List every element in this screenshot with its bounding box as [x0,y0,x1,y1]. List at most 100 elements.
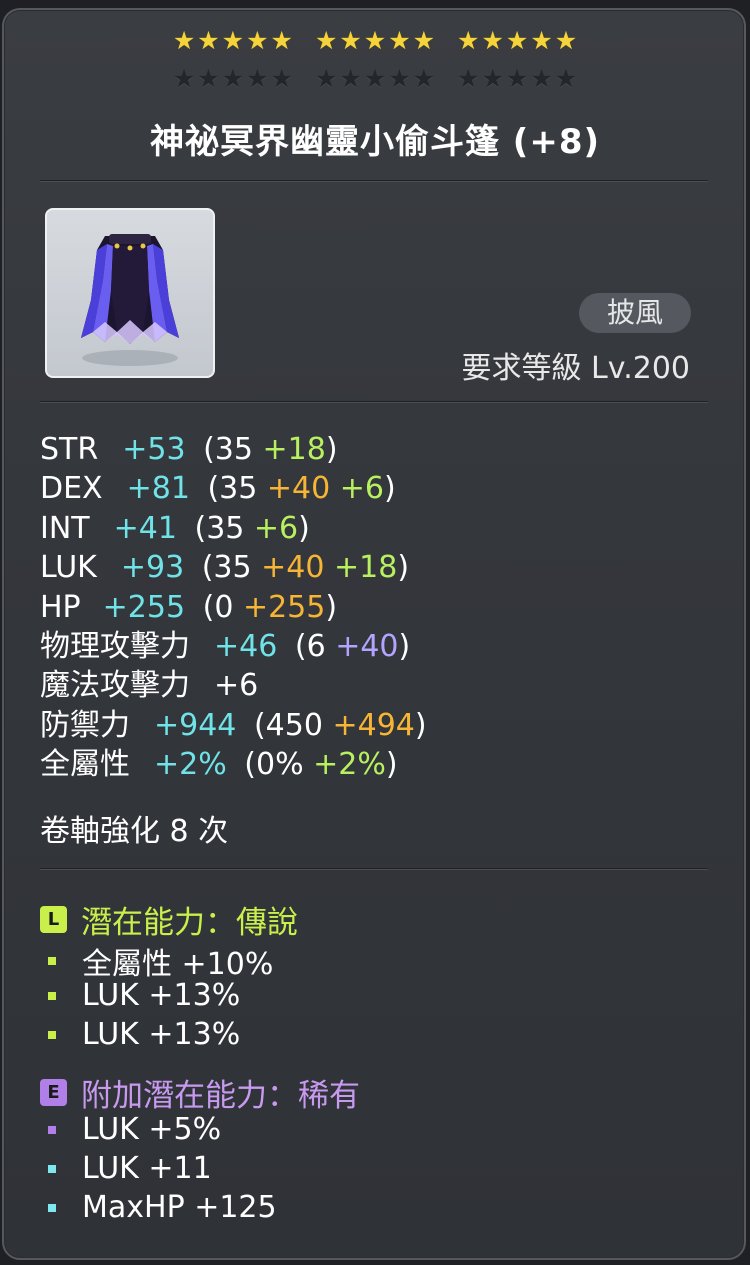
paren-close: ) [397,550,410,586]
stat-row: INT +41 (35 +6) [40,509,427,548]
bullet-icon [48,1030,56,1039]
paren-open: ( [234,747,256,783]
star-group: ★ ★ ★ ★ ★ [173,28,293,54]
potential-line-text: LUK +13% [82,1017,241,1052]
star-empty-icon: ★ [339,64,362,93]
star-icon: ★ [339,26,362,55]
paren-open: ( [193,589,215,625]
star-group: ★ ★ ★ ★ ★ [173,66,293,92]
stat-bonus: +2% [313,747,386,783]
stat-total: +944 [154,707,237,743]
stat-label: 物理攻擊力 [40,628,190,664]
star-icon: ★ [530,26,553,55]
stat-total: +255 [102,589,186,625]
level-requirement: 要求等級 Lv.200 [461,351,690,386]
stat-base: 450 [265,707,323,743]
stat-total: +53 [122,432,186,467]
stat-row: 物理攻擊力 +46 (6 +40) [40,627,427,666]
stat-label: 魔法攻擊力 [40,668,190,704]
paren-open: ( [193,432,215,467]
paren-open: ( [192,550,214,586]
stat-base: 0 [214,589,234,625]
star-empty-icon: ★ [197,64,220,93]
additional-potential-line: LUK +11 [48,1151,212,1186]
star-empty-icon: ★ [314,64,338,93]
star-empty-icon: ★ [246,64,269,93]
stat-total: +6 [214,668,259,704]
paren-open: ( [184,510,207,546]
paren-open: ( [244,707,266,743]
additional-potential-line-text: MaxHP +125 [82,1190,277,1225]
stat-bonus: +18 [262,432,326,467]
stat-label: DEX [40,471,103,507]
star-group: ★ ★ ★ ★ ★ [315,28,435,54]
star-icon: ★ [363,26,387,55]
star-icon: ★ [197,26,220,55]
stat-bonus: +255 [242,589,326,625]
stat-bonus: +40 [266,471,331,507]
star-empty-icon: ★ [221,64,245,93]
additional-potential-title: 附加潛在能力：稀有 [81,1078,360,1114]
star-icon: ★ [270,26,293,55]
divider [40,180,708,182]
star-icon: ★ [554,26,578,55]
stat-label: LUK [40,550,97,586]
star-empty-icon: ★ [457,64,480,93]
additional-potential-line-text: LUK +5% [82,1112,222,1147]
bullet-icon [48,1125,56,1134]
stat-bonus: +494 [332,707,415,743]
star-icon: ★ [246,26,269,55]
paren-close: ) [325,432,338,467]
divider [40,868,708,870]
star-icon: ★ [457,26,480,55]
potential-title: 潛在能力：傳說 [81,905,298,941]
star-icon: ★ [481,26,504,55]
paren-open: ( [197,471,220,507]
divider [40,401,708,403]
star-icon: ★ [412,26,436,55]
additional-potential-line-text: LUK +11 [82,1151,212,1186]
star-empty-icon: ★ [481,64,504,93]
potential-line-text: LUK +13% [82,978,241,1013]
potential-line: LUK +13% [48,978,240,1013]
star-force-row-filled: ★ ★ ★ ★ ★ ★ ★ ★ ★ ★ ★ ★ ★ ★ ★ [0,28,750,54]
stat-base: 35 [206,510,245,546]
legendary-badge-icon: L [40,906,67,933]
stat-row: 防禦力 +944 (450 +494) [40,706,427,745]
star-empty-icon: ★ [554,64,578,93]
stat-label: 全屬性 [40,747,130,783]
bullet-icon [48,1203,56,1212]
stat-total: +46 [214,628,278,664]
stat-bonus: +40 [335,628,399,664]
potential-header: L 潛在能力：傳說 [40,897,298,942]
item-name: 神祕冥界幽靈小偷斗篷 (+8) [149,122,601,162]
stat-row: LUK +93 (35 +40 +18) [40,548,427,587]
stat-label: STR [40,432,99,467]
bullet-icon [48,991,56,1000]
bullet-icon [48,1164,56,1173]
scroll-upgrade-count: 卷軸強化 8 次 [40,814,229,849]
bullet-icon [48,957,56,965]
paren-close: ) [298,510,310,546]
star-empty-icon: ★ [388,64,411,93]
star-empty-icon: ★ [363,64,387,93]
stat-total: +2% [154,747,227,783]
potential-line-text: 全屬性 +10% [82,947,274,982]
paren-close: ) [384,471,396,507]
stat-bonus: +18 [334,550,398,586]
stat-row: 魔法攻擊力 +6 [40,666,427,705]
star-empty-icon: ★ [172,64,196,93]
star-empty-icon: ★ [270,64,293,93]
stat-base: 6 [306,628,326,664]
stat-label: INT [40,510,90,546]
star-icon: ★ [172,26,196,55]
star-icon: ★ [388,26,411,55]
star-group: ★ ★ ★ ★ ★ [315,66,435,92]
star-empty-icon: ★ [530,64,553,93]
star-icon: ★ [221,26,245,55]
potential-line: LUK +13% [48,1017,240,1052]
star-group: ★ ★ ★ ★ ★ [457,66,577,92]
stat-list: STR +53 (35 +18) DEX +81 (35 +40 +6) INT +41 … [40,430,427,785]
stat-row: DEX +81 (35 +40 +6) [40,469,427,508]
stat-total: +41 [113,510,177,546]
